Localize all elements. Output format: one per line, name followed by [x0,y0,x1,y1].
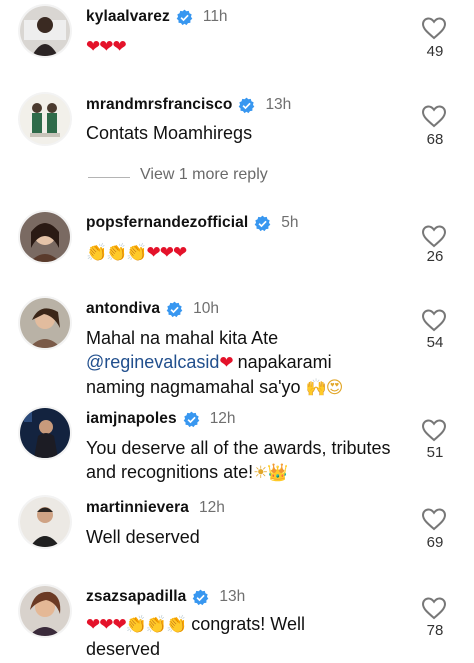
like-count: 26 [426,248,444,265]
comment-text: ❤❤❤ [86,34,406,59]
comment-text-line: Mahal na mahal kita Ate [86,328,279,348]
username[interactable]: kylaalvarez [86,8,170,26]
comment-header: kylaalvarez 11h [86,6,228,28]
verified-badge-icon [166,301,183,318]
comment-text-line: napakarami [232,352,332,372]
username[interactable]: zsazsapadilla [86,588,186,606]
emoji-end: ☀👑 [253,463,288,483]
comment-text: ❤❤❤👏👏👏 congrats! Well deserved [86,612,406,661]
username[interactable]: antondiva [86,300,160,318]
view-more-replies-label: View 1 more reply [140,166,268,183]
comment-text: Well deserved [86,527,200,547]
mention-link[interactable]: @reginevalcasid [86,352,219,372]
emoji-hearts: ❤❤❤ [86,37,127,57]
comment-text: Contats Moamhiregs [86,123,253,143]
emoji-end: 🙌😍 [305,378,344,398]
comment-text: 👏👏👏❤❤❤ [86,240,406,265]
comment-text-line: deserved [86,639,161,659]
comment-header: mrandmrsfrancisco 13h [86,94,291,116]
emoji-claps: 👏👏👏 [125,615,188,635]
timestamp: 11h [202,8,228,25]
username[interactable]: martinnievera [86,499,189,517]
timestamp: 13h [219,588,246,605]
avatar[interactable] [20,6,70,56]
avatar[interactable] [20,212,70,262]
like-count: 78 [426,622,444,639]
comment-text-line: naming nagmamahal sa'yo [86,377,306,397]
like-count: 69 [426,534,444,551]
avatar[interactable] [20,586,70,636]
timestamp: 12h [209,410,236,427]
timestamp: 12h [198,499,225,516]
avatar[interactable] [20,497,70,547]
like-heart-icon[interactable] [421,308,449,334]
emoji-heart: ❤ [219,353,233,373]
verified-badge-icon [183,411,200,428]
verified-badge-icon [192,589,209,606]
timestamp: 10h [193,300,219,317]
view-more-replies-button[interactable]: View 1 more reply [0,166,474,188]
username[interactable]: popsfernandezofficial [86,214,248,232]
emoji-hearts: ❤❤❤ [146,243,188,263]
avatar[interactable] [20,408,70,458]
avatar[interactable] [20,298,70,348]
timestamp: 5h [281,214,299,231]
comment-text-line: congrats! Well [186,614,305,634]
avatar[interactable] [20,94,70,144]
verified-badge-icon [176,9,193,26]
comment-header: iamjnapoles 12h [86,408,236,430]
comment-header: zsazsapadilla 13h [86,586,245,608]
username[interactable]: iamjnapoles [86,410,177,428]
like-heart-icon[interactable] [421,418,449,444]
like-count: 49 [426,43,444,60]
like-count: 68 [426,131,444,148]
divider-line [88,177,130,178]
emoji-claps: 👏👏👏 [86,243,148,263]
like-heart-icon[interactable] [421,224,449,250]
verified-badge-icon [254,215,271,232]
like-heart-icon[interactable] [421,104,449,130]
comment-text-line: You deserve all of the awards, tributes [86,438,391,458]
like-heart-icon[interactable] [421,596,449,622]
comment-text-line: and recognitions ate! [86,462,254,482]
timestamp: 13h [265,96,292,113]
comment-text: You deserve all of the awards, tributes … [86,436,416,485]
like-heart-icon[interactable] [421,16,449,42]
like-count: 51 [426,444,444,461]
emoji-hearts: ❤❤❤ [86,615,127,635]
like-heart-icon[interactable] [421,507,449,533]
comment-header: popsfernandezofficial 5h [86,212,299,234]
comment-header: martinnievera 12h [86,497,225,519]
username[interactable]: mrandmrsfrancisco [86,96,232,114]
comment-header: antondiva 10h [86,298,219,320]
like-count: 54 [426,334,444,351]
verified-badge-icon [238,97,255,114]
comment-text: Mahal na mahal kita Ate @reginevalcasid❤… [86,326,406,400]
comments-feed: kylaalvarez 11h ❤❤❤ 49 mrandmrsfrancisco… [0,0,474,663]
